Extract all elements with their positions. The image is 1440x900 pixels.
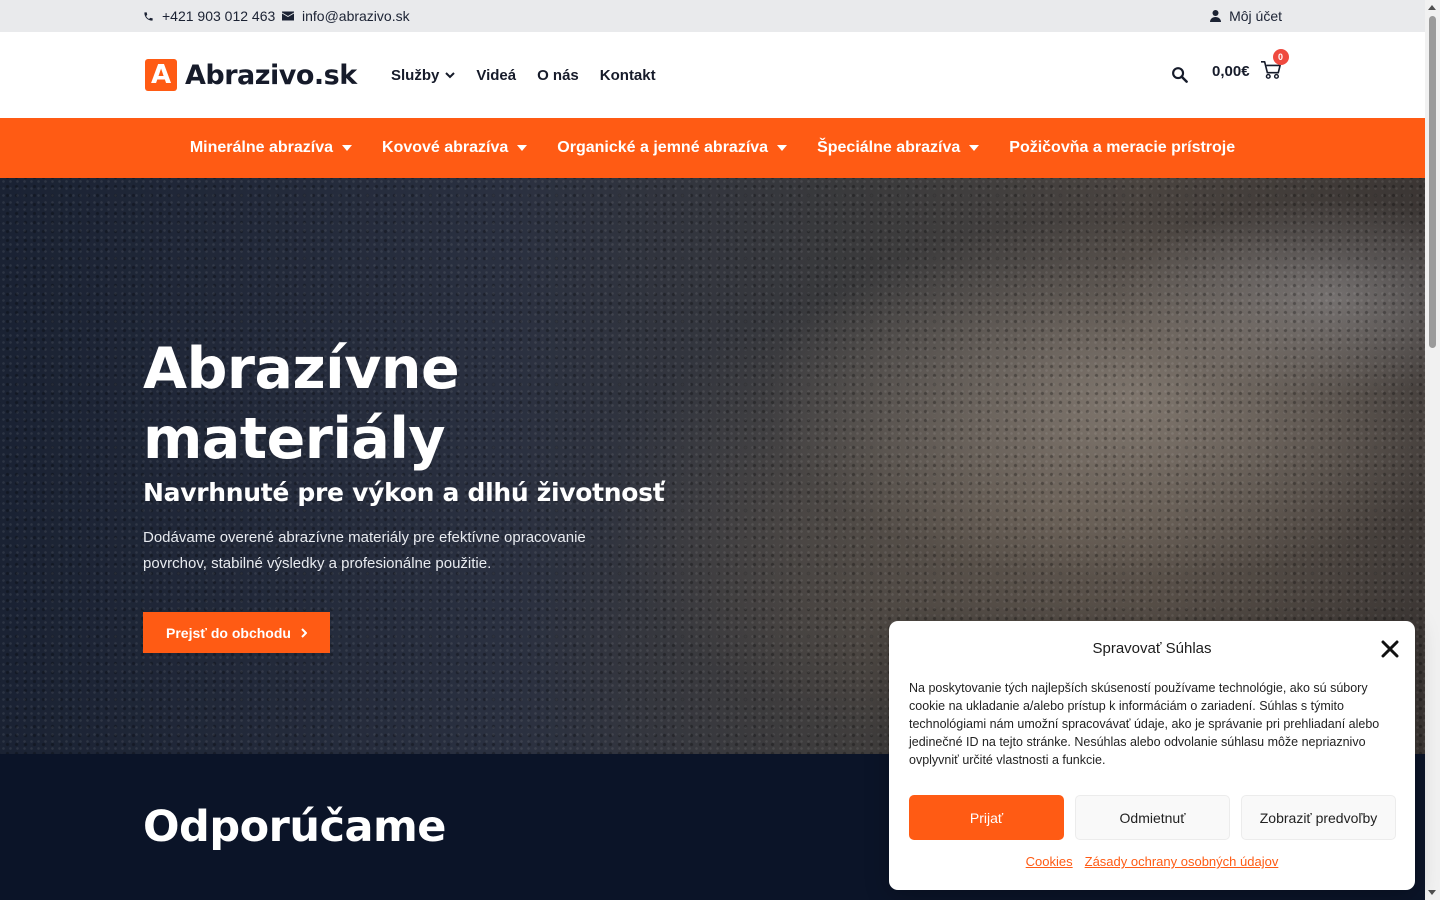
category-label: Požičovňa a meracie prístroje [1009,139,1236,156]
cart-count-badge: 0 [1272,49,1289,65]
scroll-down-arrow[interactable] [1428,890,1436,895]
nav-item-o-nas[interactable]: O nás [537,67,579,84]
hero-title: Abrazívne materiály [143,336,460,472]
account-link[interactable]: Môj účet [1210,0,1282,32]
chevron-right-icon [301,627,307,638]
cookies-link[interactable]: Cookies [1026,854,1073,869]
phone-icon [144,11,153,21]
nav-label: Kontakt [599,66,656,84]
close-icon [1381,640,1399,658]
nav-item-sluzby[interactable]: Služby [391,66,456,84]
cart-button[interactable]: 0,00€ 0 [1212,49,1289,82]
cookie-consent-dialog: Spravovať Súhlas Na poskytovanie tých na… [889,621,1415,890]
category-label: Kovové abrazíva [382,139,509,156]
privacy-policy-link[interactable]: Zásady ochrany osobných údajov [1085,854,1279,869]
nav-item-videa[interactable]: Videá [476,67,516,84]
category-label: Minerálne abrazíva [189,139,334,156]
envelope-icon [282,11,294,21]
site-header: A Abrazivo.sk Služby Videá O nás Kontakt… [0,32,1425,118]
category-mineralne[interactable]: Minerálne abrazíva [189,139,353,157]
scroll-up-arrow[interactable] [1428,5,1436,10]
recommend-title: Odporúčame [143,802,446,852]
category-specialne[interactable]: Špeciálne abrazíva [817,139,980,157]
cookie-text: Na poskytovanie tých najlepších skúsenos… [909,681,1380,767]
chevron-down-icon [445,71,456,78]
hero-content: Abrazívne materiály Navrhnuté pre výkon … [143,334,763,653]
category-kovove[interactable]: Kovové abrazíva [382,139,528,157]
page-scrollbar[interactable] [1425,0,1440,900]
cookie-deny-button[interactable]: Odmietnuť [1075,795,1230,840]
top-bar: +421 903 012 463 info@abrazivo.sk Môj úč… [0,0,1425,32]
phone-text: +421 903 012 463 [162,8,276,24]
caret-down-icon [969,145,980,151]
logo-mark: A [145,59,177,91]
main-nav: Služby Videá O nás Kontakt [391,32,677,118]
cookie-title: Spravovať Súhlas [1092,640,1212,657]
scroll-thumb[interactable] [1429,16,1436,348]
user-icon [1210,10,1222,22]
caret-down-icon [777,145,788,151]
caret-down-icon [342,145,353,151]
nav-label: Videá [476,66,517,84]
hero-subtitle: Navrhnuté pre výkon a dlhú životnosť [143,478,665,507]
cart-total: 0,00€ [1212,62,1250,80]
hero-text: Dodávame overené abrazívne materiály pre… [143,529,586,572]
phone-link[interactable]: +421 903 012 463 [143,0,275,32]
cookie-accept-button[interactable]: Prijať [909,795,1064,840]
nav-label: O nás [537,66,579,84]
search-button[interactable] [1171,66,1189,84]
caret-down-icon [517,145,528,151]
cookie-close-button[interactable] [1379,638,1401,660]
category-pozicovna[interactable]: Požičovňa a meracie prístroje [1009,139,1235,157]
shop-button-label: Prejsť do obchodu [166,624,291,641]
nav-label: Služby [391,66,440,84]
cookie-preferences-button[interactable]: Zobraziť predvoľby [1241,795,1396,840]
cookie-buttons: Prijať Odmietnuť Zobraziť predvoľby [909,795,1396,840]
email-link[interactable]: info@abrazivo.sk [282,0,410,32]
nav-item-kontakt[interactable]: Kontakt [600,67,656,84]
shop-button[interactable]: Prejsť do obchodu [143,612,330,653]
category-label: Organické a jemné abrazíva [557,139,769,156]
account-text: Môj účet [1229,8,1282,24]
category-nav: Minerálne abrazíva Kovové abrazíva Organ… [0,118,1425,178]
cart-icon: 0 [1260,49,1289,82]
logo-text: Abrazivo.sk [185,59,357,91]
email-text: info@abrazivo.sk [302,8,410,24]
site-logo[interactable]: A Abrazivo.sk [145,59,357,91]
search-icon [1172,67,1188,83]
cookie-links: Cookies Zásady ochrany osobných údajov [889,854,1415,869]
category-label: Špeciálne abrazíva [817,139,961,156]
category-organicke[interactable]: Organické a jemné abrazíva [557,139,788,157]
